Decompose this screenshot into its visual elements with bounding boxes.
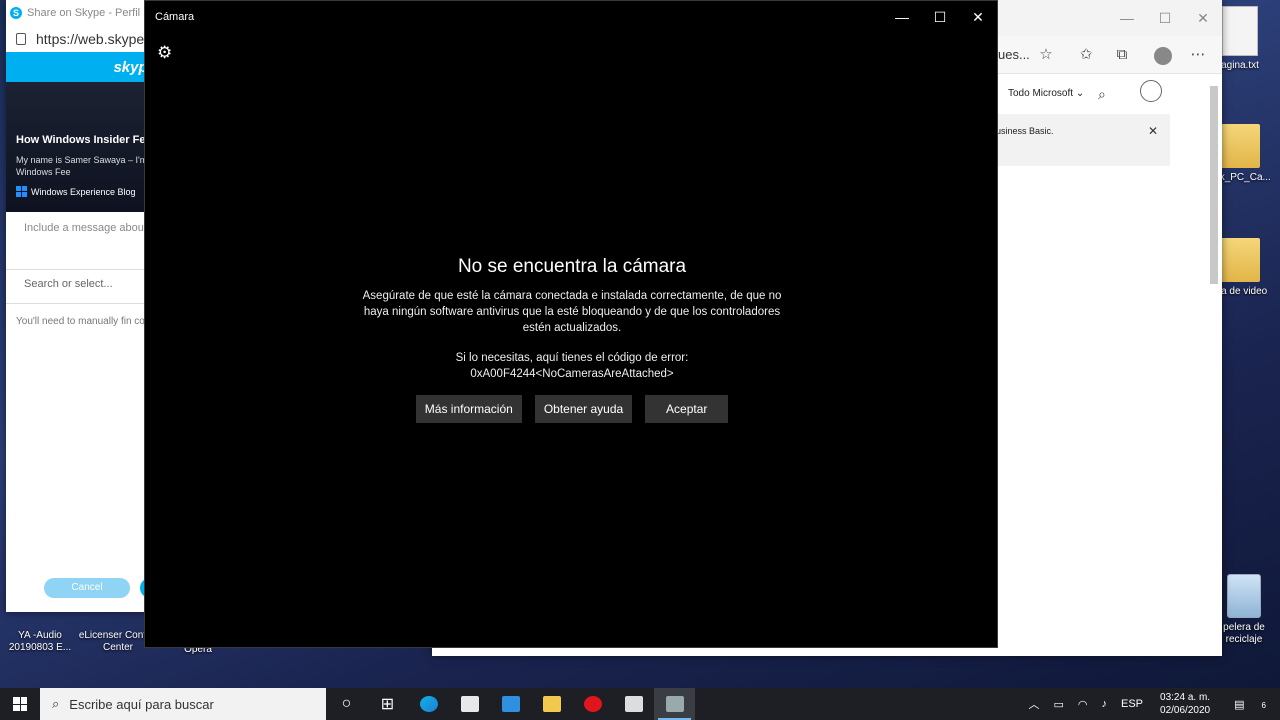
skype-url-text: https://web.skype <box>36 31 145 47</box>
battery-icon[interactable]: ▭ <box>1046 698 1070 711</box>
maximize-button[interactable]: ☐ <box>921 1 959 33</box>
mail-icon <box>501 696 520 712</box>
error-description: Asegúrate de que esté la cámara conectad… <box>362 290 782 334</box>
card-source-label: Windows Experience Blog <box>31 186 136 197</box>
camera-error-panel: No se encuentra la cámara Asegúrate de q… <box>145 255 999 423</box>
camera-icon <box>665 696 684 712</box>
edge-profile-avatar[interactable] <box>1154 47 1172 65</box>
favorites-list-icon[interactable]: ✩ <box>1076 45 1096 65</box>
chevron-down-icon: ⌄ <box>1075 88 1085 99</box>
start-button[interactable] <box>0 688 40 720</box>
camera-window: Cámara — ☐ ✕ ⚙ No se encuentra la cámara… <box>144 0 998 648</box>
clock-time: 03:24 a. m. <box>1160 692 1211 703</box>
taskbar-search-placeholder: Escribe aquí para buscar <box>69 696 214 712</box>
taskbar: ⌕ Escribe aquí para buscar ○ ⊞ ︿ ▭ ◠ ♪ E… <box>0 688 1280 720</box>
notification-icon: ▤ <box>1234 698 1245 711</box>
error-heading: No se encuentra la cámara <box>457 256 687 277</box>
skype-window-title: Share on Skype - Perfil 1:... <box>27 7 162 19</box>
edge-window-controls: — ☐ ✕ <box>1108 0 1222 36</box>
taskbar-opera[interactable] <box>572 688 613 720</box>
cancel-button[interactable]: Cancel <box>44 578 130 598</box>
minimize-button[interactable]: — <box>883 1 921 33</box>
more-info-button[interactable]: Más información <box>415 395 522 423</box>
wifi-icon[interactable]: ◠ <box>1071 698 1095 711</box>
collections-icon[interactable]: ⧉ <box>1112 45 1132 65</box>
taskbar-search-box[interactable]: ⌕ Escribe aquí para buscar <box>40 688 326 720</box>
settings-gear-icon[interactable]: ⚙ <box>157 43 172 63</box>
edge-icon <box>419 696 438 712</box>
search-icon[interactable]: ⌕ <box>1098 86 1106 103</box>
task-view-icon: ⊞ <box>380 696 395 713</box>
error-code-intro: Si lo necesitas, aquí tienes el código d… <box>455 352 689 364</box>
error-code-block: Si lo necesitas, aquí tienes el código d… <box>145 350 999 382</box>
error-actions: Más información Obtener ayuda Aceptar <box>145 395 999 423</box>
taskbar-camera[interactable] <box>654 688 695 720</box>
more-menu-icon[interactable]: ⋯ <box>1188 45 1208 65</box>
folder-icon <box>542 696 561 712</box>
text-file-icon <box>1222 6 1258 56</box>
desktop-icon-audio[interactable]: YA -Audio 20190803 E... <box>0 630 80 654</box>
opera-icon <box>583 696 602 712</box>
close-button[interactable]: ✕ <box>1184 0 1222 36</box>
edge-nav-all-microsoft[interactable]: Todo Microsoft ⌄ <box>1008 88 1084 99</box>
taskbar-store[interactable] <box>449 688 490 720</box>
camera-window-title: Cámara <box>155 11 195 23</box>
get-help-button[interactable]: Obtener ayuda <box>534 395 633 423</box>
clock[interactable]: 03:24 a. m. 02/06/2020 <box>1150 691 1220 717</box>
app-icon <box>624 696 643 712</box>
windows-logo-icon <box>13 697 27 711</box>
system-tray: ︿ ▭ ◠ ♪ ESP 03:24 a. m. 02/06/2020 ▤ 6 <box>1021 688 1280 720</box>
taskbar-edge[interactable] <box>408 688 449 720</box>
taskbar-mail[interactable] <box>490 688 531 720</box>
skype-icon: S <box>10 7 22 19</box>
notice-text: usiness Basic. <box>996 126 1054 136</box>
clock-date: 02/06/2020 <box>1160 705 1211 716</box>
minimize-button[interactable]: — <box>1108 0 1146 36</box>
notifications-button[interactable]: ▤ 6 <box>1220 698 1280 711</box>
volume-icon[interactable]: ♪ <box>1095 698 1115 710</box>
cortana-circle-icon: ○ <box>341 695 352 712</box>
folder-icon <box>1220 238 1260 282</box>
edge-address-fragment[interactable]: ues... <box>998 47 1030 62</box>
taskbar-file-explorer[interactable] <box>531 688 572 720</box>
nav-label: Todo Microsoft <box>1008 88 1074 99</box>
account-icon[interactable] <box>1140 80 1162 102</box>
store-icon <box>460 696 479 712</box>
windows-logo-icon <box>16 186 27 197</box>
search-icon: ⌕ <box>52 696 60 711</box>
folder-icon <box>1220 124 1260 168</box>
desktop-icon-label: YA -Audio 20190803 E... <box>8 630 72 653</box>
camera-window-controls: — ☐ ✕ <box>883 1 997 33</box>
edge-notice-banner: usiness Basic. ✕ <box>986 114 1170 166</box>
chevron-up-icon[interactable]: ︿ <box>1021 696 1046 712</box>
language-indicator[interactable]: ESP <box>1114 698 1150 710</box>
edge-scrollbar[interactable] <box>1210 86 1218 284</box>
taskbar-app[interactable] <box>613 688 654 720</box>
task-view-button[interactable]: ⊞ <box>367 688 408 720</box>
favorite-star-icon[interactable]: ☆ <box>1036 45 1056 65</box>
maximize-button[interactable]: ☐ <box>1146 0 1184 36</box>
error-code: 0xA00F4244<NoCamerasAreAttached> <box>470 368 674 380</box>
close-button[interactable]: ✕ <box>959 1 997 33</box>
accept-button[interactable]: Aceptar <box>645 395 729 423</box>
notification-count: 6 <box>1261 700 1266 710</box>
lock-icon <box>16 33 26 45</box>
close-icon[interactable]: ✕ <box>1148 124 1158 138</box>
recycle-bin-icon <box>1227 574 1261 618</box>
cortana-button[interactable]: ○ <box>326 688 367 720</box>
